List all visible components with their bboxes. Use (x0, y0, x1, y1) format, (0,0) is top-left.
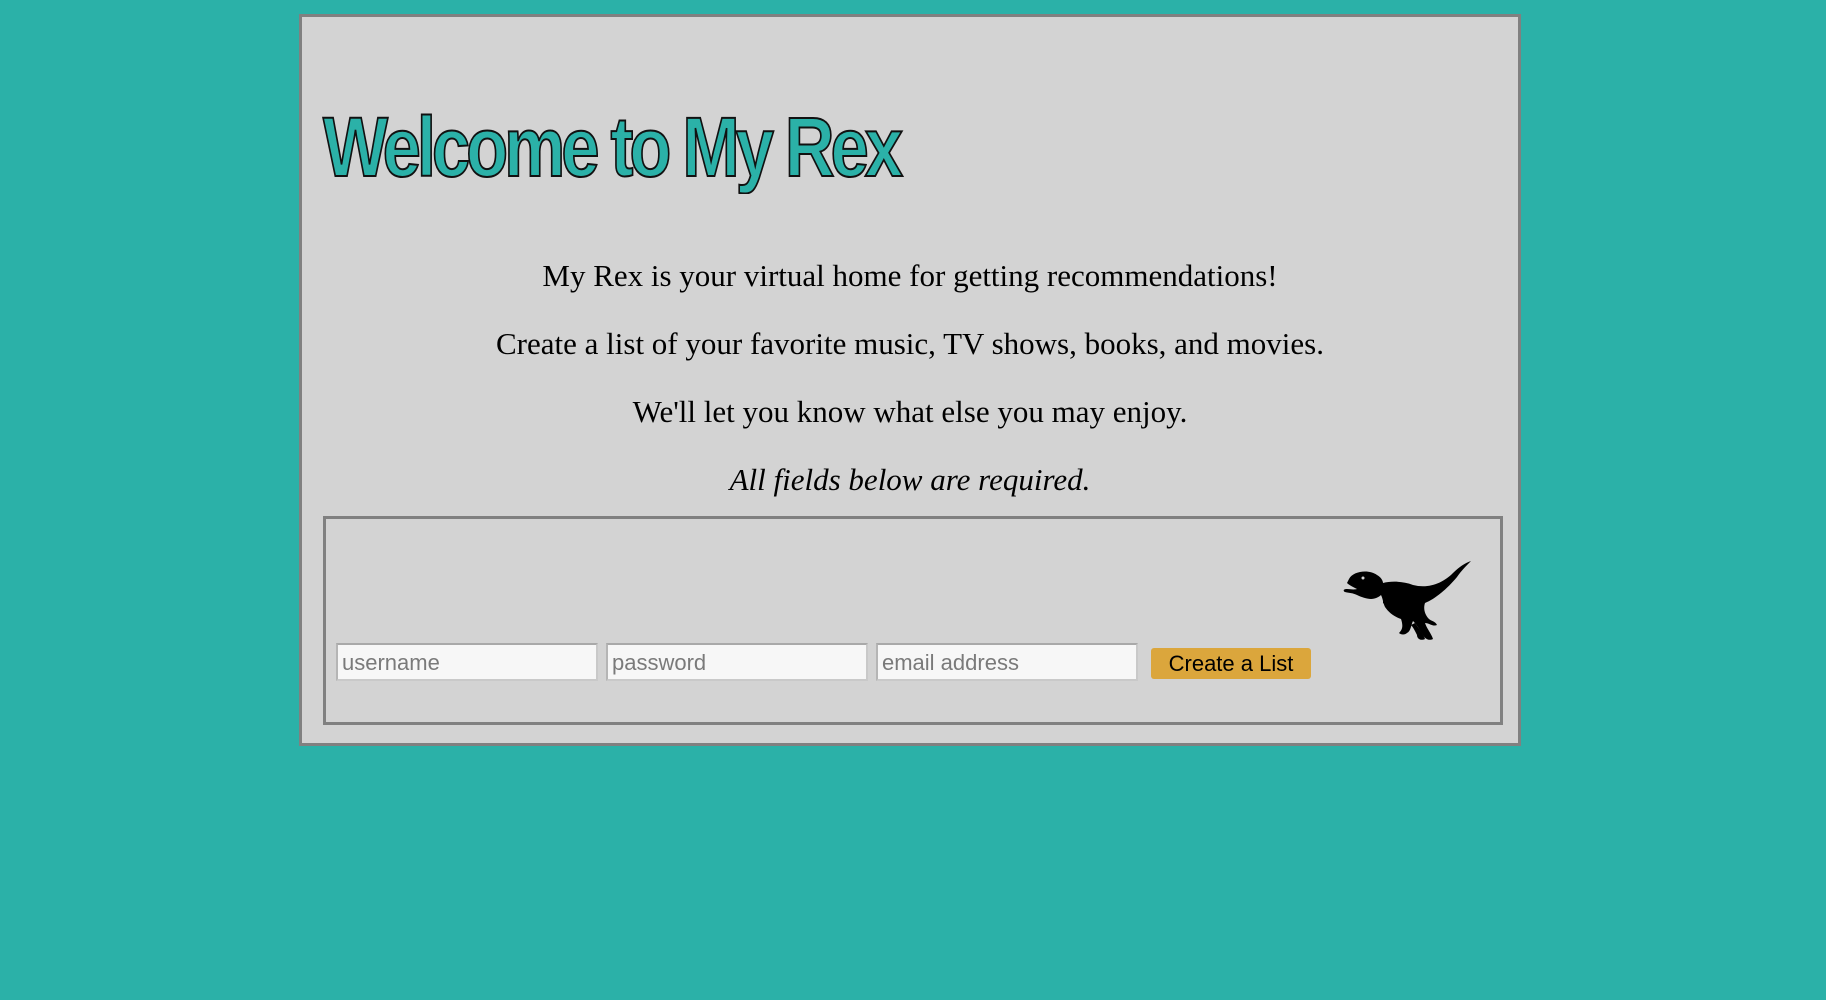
email-input[interactable] (876, 643, 1138, 681)
create-list-button[interactable]: Create a List (1151, 648, 1311, 679)
intro-text-1: My Rex is your virtual home for getting … (542, 258, 1278, 293)
required-note: All fields below are required. (729, 462, 1091, 497)
intro-text-3: We'll let you know what else you may enj… (632, 394, 1188, 429)
signup-form: Create a List (323, 516, 1503, 725)
intro-text-2: Create a list of your favorite music, TV… (496, 326, 1324, 361)
welcome-card: Welcome to My Rex My Rex is your virtual… (299, 14, 1521, 746)
username-input[interactable] (336, 643, 598, 681)
page-title: Welcome to My Rex (322, 100, 904, 194)
password-input[interactable] (606, 643, 868, 681)
t-rex-icon (1343, 561, 1471, 640)
